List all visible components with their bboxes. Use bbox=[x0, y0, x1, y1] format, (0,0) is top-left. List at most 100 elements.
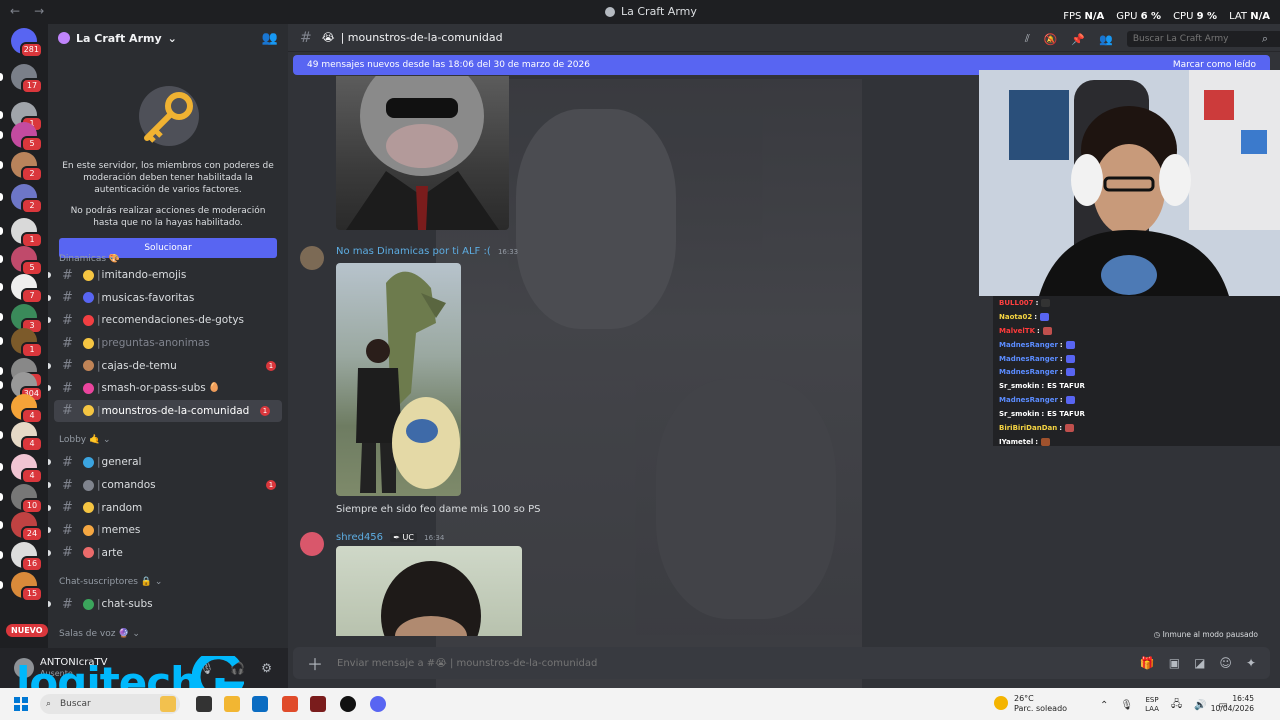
server-icon[interactable]: 15 bbox=[11, 572, 43, 602]
channel-imitando-emojis[interactable]: # | imitando-emojis bbox=[48, 264, 288, 287]
message-author[interactable]: shred456 bbox=[336, 532, 383, 543]
search-icon: ⌕ bbox=[46, 699, 52, 709]
channel-musicas-favoritas[interactable]: # | musicas-favoritas bbox=[48, 287, 288, 310]
server-icon[interactable]: 7 bbox=[11, 274, 43, 304]
category-salas-de-voz[interactable]: Salas de voz 🔮 ⌄ bbox=[48, 623, 288, 645]
channel-memes[interactable]: # | memes bbox=[48, 519, 288, 542]
server-icon[interactable]: 2 bbox=[11, 152, 43, 182]
taskbar-app-icon[interactable] bbox=[160, 696, 176, 712]
channel-emoji-icon bbox=[83, 479, 94, 491]
hash-icon: # bbox=[62, 403, 73, 419]
sticker-icon[interactable]: ◪ bbox=[1194, 656, 1205, 670]
taskbar-app-icon[interactable] bbox=[310, 696, 326, 712]
store-icon[interactable] bbox=[252, 696, 268, 712]
pin-icon[interactable]: 📌 bbox=[1071, 33, 1085, 46]
category-chat-suscriptores[interactable]: Chat-suscriptores 🔒 ⌄ bbox=[48, 571, 288, 593]
brave-browser-icon[interactable] bbox=[282, 696, 298, 712]
member-list-icon[interactable]: 👥 bbox=[1099, 33, 1113, 46]
chevron-up-icon[interactable]: ⌃ bbox=[1100, 700, 1108, 711]
channel-random[interactable]: # | random bbox=[48, 496, 288, 519]
channel-recomendaciones-de-gotys[interactable]: # | recomendaciones-de-gotys bbox=[48, 309, 288, 332]
avatar[interactable] bbox=[300, 246, 324, 270]
search-input[interactable] bbox=[1126, 31, 1280, 47]
weather-widget[interactable]: 26°C Parc. soleado bbox=[994, 694, 1067, 714]
volume-icon[interactable]: 🔊 bbox=[1194, 700, 1206, 711]
taskbar-search[interactable]: ⌕ Buscar bbox=[40, 694, 180, 714]
channel-mounstros-de-la-comunidad[interactable]: # | mounstros-de-la-comunidad 1 bbox=[54, 399, 282, 423]
taskbar-app-icon[interactable] bbox=[196, 696, 212, 712]
gift-icon[interactable]: 🎁 bbox=[1140, 656, 1155, 670]
channel-preguntas-anonimas[interactable]: # | preguntas-anonimas bbox=[48, 332, 288, 355]
channel-cajas-de-temu[interactable]: # | cajas-de-temu 1 bbox=[48, 354, 288, 377]
windows-start-icon[interactable] bbox=[14, 697, 28, 711]
unread-badge: 4 bbox=[21, 468, 43, 484]
chat-message: ES TAFUR bbox=[1047, 382, 1085, 391]
server-icon[interactable]: 3 bbox=[11, 304, 43, 334]
apps-icon[interactable]: ✦ bbox=[1246, 656, 1256, 670]
server-icon[interactable]: 4 bbox=[11, 454, 43, 484]
hash-icon: # bbox=[62, 454, 73, 470]
stream-chat-line: IYametel: bbox=[993, 435, 1280, 449]
server-icon[interactable]: 5 bbox=[11, 246, 43, 276]
unread-pill bbox=[48, 459, 51, 466]
hash-icon: # bbox=[62, 477, 73, 493]
server-icon[interactable]: 4 bbox=[11, 394, 43, 424]
category-lobby[interactable]: Lobby 🤙 ⌄ bbox=[48, 429, 288, 451]
mark-read-button[interactable]: Marcar como leído bbox=[1173, 60, 1256, 70]
clock[interactable]: 16:45 10/04/2026 bbox=[1211, 694, 1254, 714]
stream-chat-line: BiriBiriDanDan: bbox=[993, 421, 1280, 435]
category-dinamicas[interactable]: Dinamicas 🎨 bbox=[48, 254, 288, 264]
gear-icon[interactable]: ⚙ bbox=[261, 661, 272, 675]
unread-pill bbox=[0, 111, 3, 119]
server-icon[interactable]: 17 bbox=[11, 64, 43, 94]
server-icon[interactable]: 1 bbox=[11, 218, 43, 248]
chat-username: MadnesRanger bbox=[999, 396, 1058, 405]
channel-arte[interactable]: # | arte bbox=[48, 542, 288, 565]
message-image[interactable] bbox=[336, 263, 461, 496]
microphone-icon[interactable]: 🎙 bbox=[1120, 700, 1133, 711]
message-input[interactable] bbox=[337, 657, 1037, 669]
channel-chat-subs[interactable]: # | chat-subs bbox=[48, 593, 288, 616]
file-explorer-icon[interactable] bbox=[224, 696, 240, 712]
add-attachment-icon[interactable]: ＋ bbox=[307, 651, 337, 675]
emote-icon bbox=[1065, 340, 1075, 349]
message-author[interactable]: No mas Dinamicas por ti ALF :( bbox=[336, 246, 491, 257]
message-composer: ＋ 🎁 ▣ ◪ ☺ ✦ bbox=[293, 647, 1270, 679]
notifications-icon[interactable]: 🔕 bbox=[1044, 33, 1058, 46]
server-icon[interactable]: 4 bbox=[11, 422, 43, 452]
role-tag: ✒ UC bbox=[390, 533, 417, 542]
message-image[interactable] bbox=[336, 546, 522, 636]
language-indicator[interactable]: ESP LAA bbox=[1145, 696, 1159, 714]
back-arrow-icon[interactable]: ← bbox=[10, 4, 20, 18]
hash-icon: # bbox=[62, 358, 73, 374]
new-servers-badge[interactable]: NUEVO bbox=[6, 624, 48, 637]
unread-badge: 281 bbox=[19, 42, 43, 58]
discord-icon[interactable] bbox=[370, 696, 386, 712]
channel-comandos[interactable]: # | comandos 1 bbox=[48, 474, 288, 497]
network-icon[interactable]: 🖧 bbox=[1171, 697, 1182, 714]
server-icon[interactable]: 10 bbox=[11, 484, 43, 514]
stream-chat-line: MadnesRanger: bbox=[993, 393, 1280, 407]
gif-icon[interactable]: ▣ bbox=[1169, 656, 1180, 670]
invite-people-icon[interactable]: 👥 bbox=[262, 31, 278, 46]
search-icon[interactable]: ⌕ bbox=[1262, 32, 1268, 46]
forward-arrow-icon[interactable]: → bbox=[34, 4, 44, 18]
server-icon[interactable]: 281 bbox=[11, 28, 43, 58]
channel-emoji-icon bbox=[83, 382, 94, 394]
system-tray: ⌃ 🎙 ESP LAA 🖧 🔊 ▭ bbox=[1100, 696, 1228, 714]
server-icon[interactable]: 2 bbox=[11, 184, 43, 214]
threads-icon[interactable]: ⫽ bbox=[1025, 32, 1030, 46]
emoji-icon[interactable]: ☺ bbox=[1219, 656, 1232, 670]
server-icon[interactable]: 24 bbox=[11, 512, 43, 542]
avatar[interactable] bbox=[300, 532, 324, 556]
server-header[interactable]: La Craft Army ⌄ 👥 bbox=[48, 24, 288, 52]
channel-smash-or-pass-subs[interactable]: # | smash-or-pass-subs 🥚 bbox=[48, 377, 288, 400]
server-icon[interactable]: 1 bbox=[11, 328, 43, 358]
mention-badge: 1 bbox=[266, 480, 276, 491]
server-icon[interactable]: 5 bbox=[11, 122, 43, 152]
server-icon[interactable]: 16 bbox=[11, 542, 43, 572]
taskbar-app-icon[interactable] bbox=[340, 696, 356, 712]
channel-general[interactable]: # | general bbox=[48, 451, 288, 474]
message-image[interactable] bbox=[336, 76, 509, 230]
unread-badge: 24 bbox=[21, 526, 43, 542]
